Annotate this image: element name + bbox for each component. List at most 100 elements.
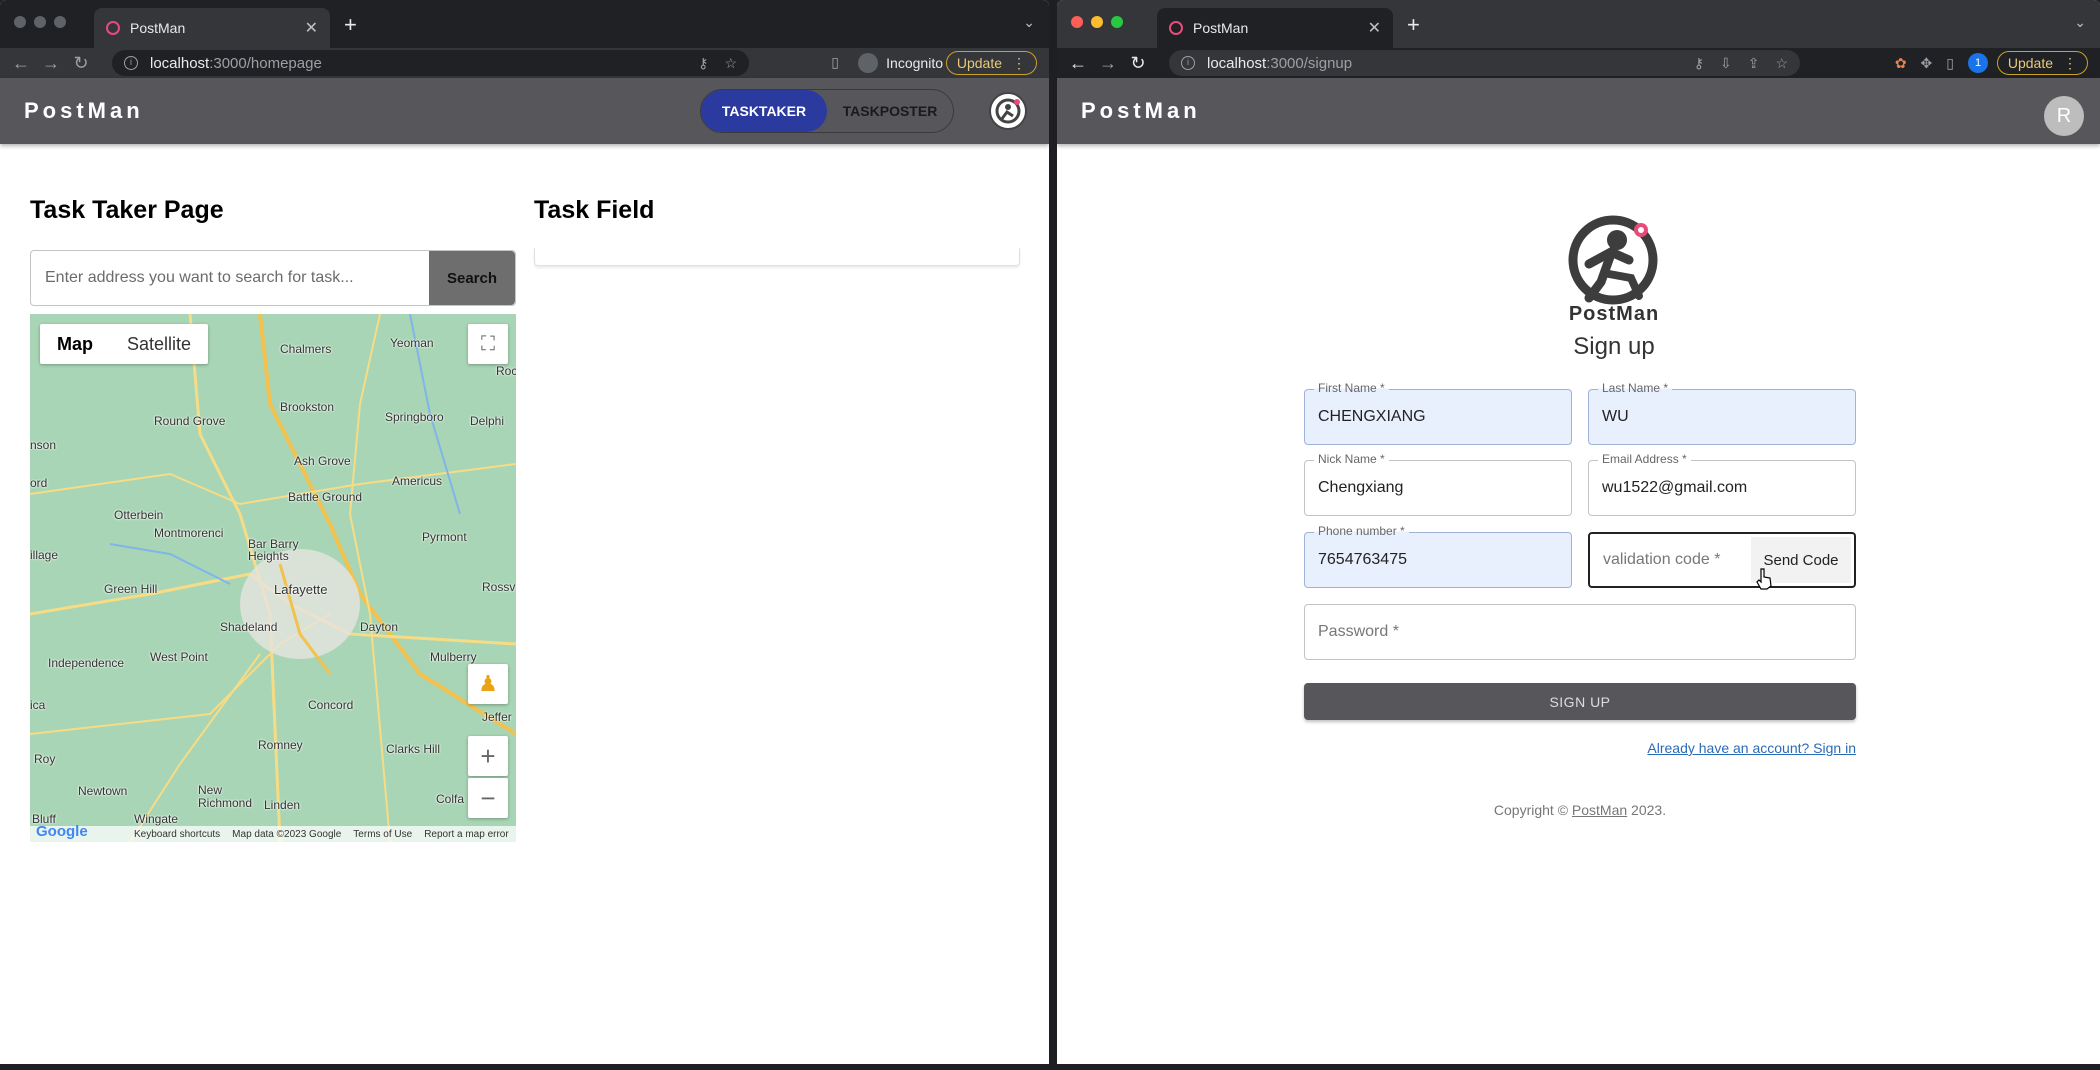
side-panel-icon[interactable]: ▯ — [1946, 55, 1954, 72]
map-label: Clarks Hill — [386, 742, 440, 756]
address-bar[interactable]: i localhost:3000/homepage ⚷ ☆ — [112, 50, 749, 76]
phone-label: Phone number * — [1314, 524, 1409, 538]
browser-tab[interactable]: PostMan ✕ — [1157, 8, 1393, 48]
window-controls — [1071, 16, 1123, 28]
map-type-satellite-button[interactable]: Satellite — [110, 324, 208, 364]
forward-icon[interactable]: → — [36, 53, 66, 74]
keyboard-shortcuts-link[interactable]: Keyboard shortcuts — [134, 829, 220, 840]
map-label: Ash Grove — [294, 454, 351, 468]
google-map[interactable]: Chalmers Yeoman Brookston Springboro Rou… — [30, 314, 516, 842]
password-placeholder: Password * — [1318, 623, 1399, 640]
map-label: Independence — [48, 656, 125, 670]
minimize-window-button[interactable] — [34, 16, 46, 28]
app-header: PostMan R — [1057, 78, 2100, 144]
key-icon[interactable]: ⚷ — [698, 55, 708, 72]
more-menu-icon[interactable]: ⋮ — [2063, 55, 2077, 72]
pegman-icon[interactable]: ♟ — [468, 664, 508, 704]
new-tab-icon[interactable]: + — [344, 12, 357, 38]
validation-code-field[interactable]: validation code * Send Code — [1588, 532, 1856, 588]
puzzle-icon[interactable]: ✥ — [1921, 55, 1933, 72]
sign-in-link[interactable]: Already have an account? Sign in — [1647, 740, 1856, 756]
password-field[interactable]: Password * — [1304, 604, 1856, 660]
back-icon[interactable]: ← — [1063, 53, 1093, 74]
first-name-field[interactable]: First Name * CHENGXIANG — [1304, 381, 1572, 445]
profile-badge[interactable]: 1 — [1968, 53, 1988, 73]
map-label: ica — [30, 698, 46, 712]
maximize-window-button[interactable] — [1111, 16, 1123, 28]
first-name-value: CHENGXIANG — [1318, 408, 1426, 425]
close-window-button[interactable] — [1071, 16, 1083, 28]
url-host: localhost — [150, 54, 210, 72]
bookmark-star-icon[interactable]: ☆ — [1775, 55, 1788, 72]
last-name-label: Last Name * — [1598, 381, 1673, 395]
map-type-map-button[interactable]: Map — [40, 324, 110, 364]
postman-favicon-icon — [1169, 21, 1183, 35]
map-label: Jeffer — [482, 710, 512, 724]
share-icon[interactable]: ⇪ — [1748, 55, 1760, 72]
nick-name-field[interactable]: Nick Name * Chengxiang — [1304, 452, 1572, 516]
close-window-button[interactable] — [14, 16, 26, 28]
incognito-label: Incognito — [886, 55, 943, 71]
copyright-suffix: 2023. — [1627, 802, 1667, 818]
tab-search-icon[interactable]: ⌄ — [2074, 14, 2086, 31]
map-label: Bar Barry Heights — [248, 537, 299, 563]
forward-icon[interactable]: → — [1093, 53, 1123, 74]
bookmark-star-icon[interactable]: ☆ — [724, 55, 737, 72]
map-label: Roc — [496, 364, 516, 378]
zoom-in-icon[interactable]: + — [468, 736, 508, 776]
sign-up-button[interactable]: SIGN UP — [1304, 683, 1856, 720]
email-field[interactable]: Email Address * wu1522@gmail.com — [1588, 452, 1856, 516]
tab-title: PostMan — [1193, 20, 1249, 36]
extension-icon[interactable]: ✿ — [1895, 55, 1907, 72]
window-controls — [14, 16, 66, 28]
tasktaker-toggle-button[interactable]: TASKTAKER — [701, 90, 827, 132]
site-info-icon[interactable]: i — [124, 56, 138, 70]
map-label: Otterbein — [114, 508, 164, 522]
brand-title[interactable]: PostMan — [1081, 98, 1201, 124]
phone-field[interactable]: Phone number * 7654763475 — [1304, 524, 1572, 588]
incognito-badge[interactable]: Incognito — [858, 53, 943, 73]
install-icon[interactable]: ⇩ — [1720, 55, 1732, 72]
user-avatar[interactable] — [989, 92, 1027, 130]
task-field-panel — [534, 248, 1020, 266]
key-icon[interactable]: ⚷ — [1694, 55, 1704, 72]
address-bar[interactable]: i localhost:3000/signup ⚷ ⇩ ⇪ ☆ — [1169, 50, 1800, 76]
search-button[interactable]: Search — [429, 251, 515, 305]
fullscreen-icon[interactable]: ⛶ — [468, 324, 508, 364]
page-title: Sign up — [1573, 333, 1655, 360]
zoom-out-icon[interactable]: − — [468, 778, 508, 818]
map-label: Brookston — [280, 400, 335, 414]
url-path: :3000/homepage — [209, 54, 322, 72]
back-icon[interactable]: ← — [6, 53, 36, 74]
google-logo: Google — [36, 823, 88, 840]
reload-icon[interactable]: ↻ — [1123, 53, 1153, 74]
user-avatar[interactable]: R — [2044, 96, 2084, 136]
last-name-field[interactable]: Last Name * WU — [1588, 381, 1856, 445]
taskposter-toggle-button[interactable]: TASKPOSTER — [827, 90, 953, 132]
hand-cursor-icon — [1756, 568, 1772, 590]
brand-title[interactable]: PostMan — [24, 98, 144, 124]
task-field-title: Task Field — [534, 196, 655, 224]
close-tab-icon[interactable]: ✕ — [305, 18, 318, 38]
tab-title: PostMan — [130, 20, 186, 36]
map-label: Yeoman — [390, 336, 434, 350]
copyright-link[interactable]: PostMan — [1572, 802, 1627, 818]
update-button[interactable]: Update ⋮ — [945, 51, 1037, 75]
new-tab-icon[interactable]: + — [1407, 12, 1420, 38]
map-label: Lafayette — [274, 582, 328, 597]
report-map-error-link[interactable]: Report a map error — [424, 829, 508, 840]
update-button[interactable]: Update ⋮ — [1996, 51, 2088, 75]
more-menu-icon[interactable]: ⋮ — [1012, 55, 1026, 72]
tab-search-icon[interactable]: ⌄ — [1023, 14, 1035, 31]
terms-of-use-link[interactable]: Terms of Use — [353, 829, 412, 840]
minimize-window-button[interactable] — [1091, 16, 1103, 28]
postman-logo-icon — [995, 98, 1021, 124]
reload-icon[interactable]: ↻ — [66, 53, 96, 74]
site-info-icon[interactable]: i — [1181, 56, 1195, 70]
close-tab-icon[interactable]: ✕ — [1368, 18, 1381, 38]
maximize-window-button[interactable] — [54, 16, 66, 28]
page-title: Task Taker Page — [30, 196, 224, 224]
side-panel-icon[interactable]: ▯ — [831, 54, 839, 71]
browser-tab[interactable]: PostMan ✕ — [94, 8, 330, 48]
address-search-input[interactable] — [31, 251, 429, 305]
